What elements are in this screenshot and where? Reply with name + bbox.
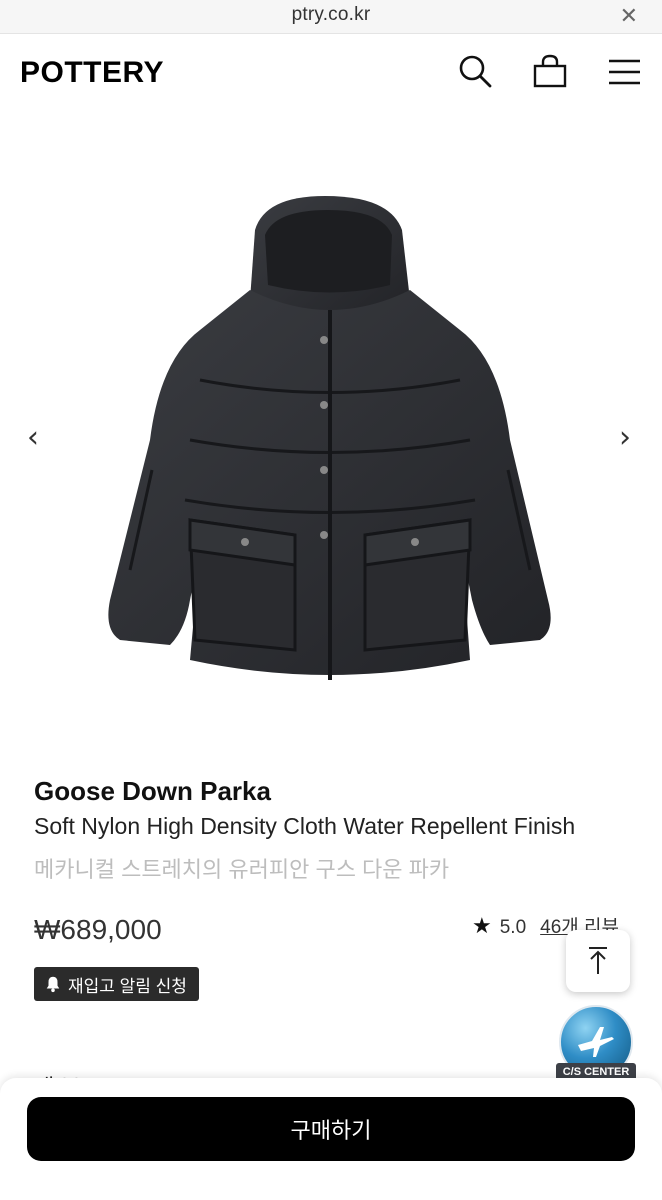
shopping-bag-icon[interactable]: [530, 52, 570, 92]
site-logo[interactable]: POTTERY: [20, 56, 164, 90]
restock-alert-button[interactable]: 재입고 알림 신청: [34, 967, 199, 1001]
bottom-purchase-bar: 구매하기: [0, 1078, 662, 1200]
product-price: ₩689,000: [34, 914, 162, 945]
gallery-prev-arrow[interactable]: ‹: [27, 420, 39, 455]
airplane-icon: [578, 1027, 614, 1057]
product-title: Goose Down Parka: [34, 776, 271, 806]
buy-button[interactable]: 구매하기: [27, 1097, 635, 1161]
cs-center-button[interactable]: C/S CENTER: [556, 1005, 636, 1085]
bell-icon: [46, 976, 60, 993]
star-icon: ★: [472, 913, 492, 938]
browser-url-bar[interactable]: ptry.co.kr ✕: [0, 0, 662, 34]
arrow-up-icon: [589, 947, 607, 974]
product-korean-name: 메카니컬 스트레치의 유러피안 구스 다운 파카: [34, 857, 450, 882]
search-icon[interactable]: [456, 52, 496, 92]
product-image: [108, 196, 551, 680]
site-header: POTTERY: [0, 34, 662, 110]
restock-alert-label: 재입고 알림 신청: [68, 976, 187, 996]
gallery-next-arrow[interactable]: ›: [619, 420, 631, 455]
rating-score: 5.0: [499, 917, 527, 938]
scroll-to-top-button[interactable]: [566, 930, 630, 992]
close-icon[interactable]: ✕: [620, 3, 638, 29]
product-subtitle: Soft Nylon High Density Cloth Water Repe…: [34, 813, 576, 839]
menu-icon[interactable]: [604, 52, 644, 92]
product-image-gallery[interactable]: ‹ ›: [0, 120, 662, 740]
url-text[interactable]: ptry.co.kr: [0, 4, 662, 26]
